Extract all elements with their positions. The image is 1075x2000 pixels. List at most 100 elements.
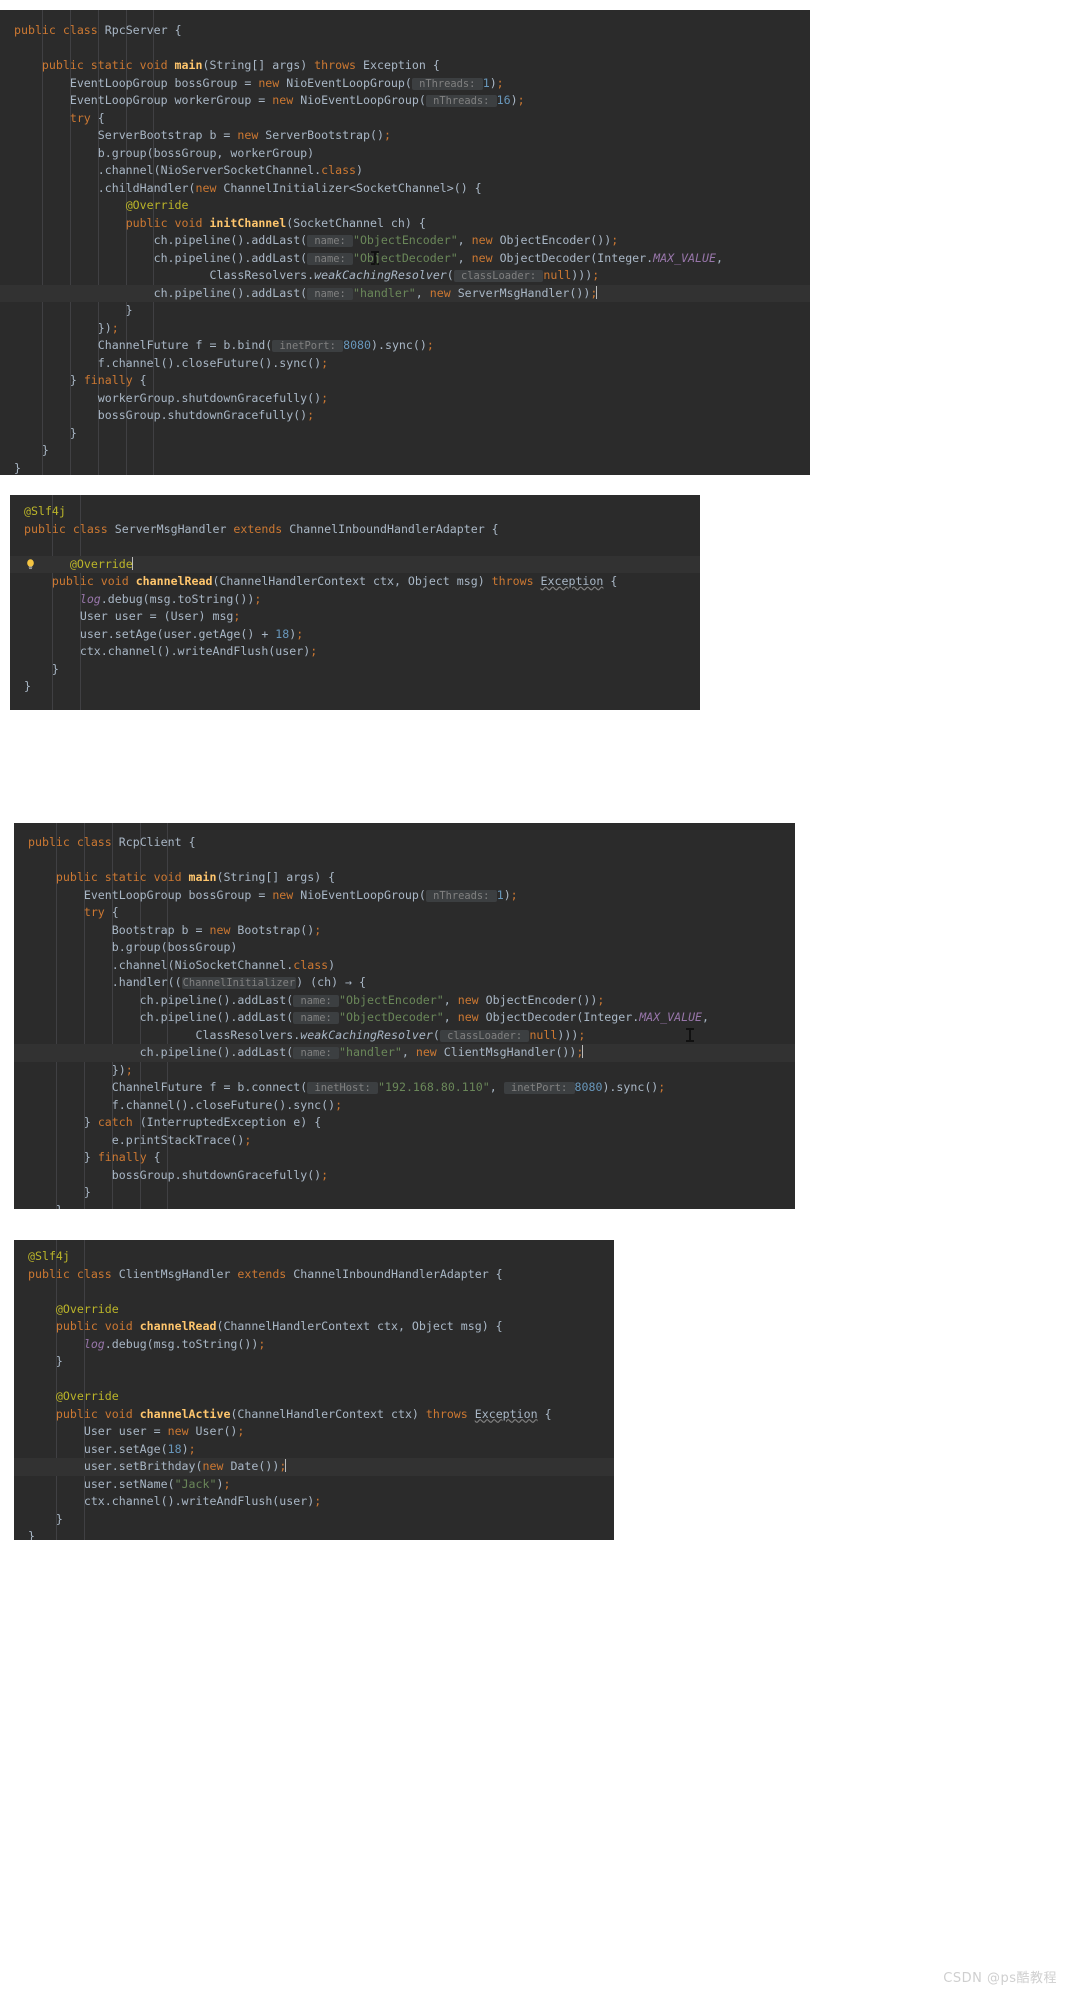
code-block-servermsghandler[interactable]: @Slf4j public class ServerMsgHandler exte… — [10, 495, 700, 710]
code-line[interactable]: workerGroup.shutdownGracefully(); — [0, 390, 810, 408]
code-line[interactable]: @Override — [14, 1388, 614, 1406]
code-token: ) — [328, 957, 336, 972]
code-line[interactable]: user.setAge(18); — [14, 1441, 614, 1459]
code-line[interactable]: } — [14, 1528, 614, 1540]
code-line[interactable]: }); — [14, 1062, 795, 1080]
code-line[interactable]: bossGroup.shutdownGracefully(); — [14, 1167, 795, 1185]
code-token: , — [715, 250, 723, 265]
code-line[interactable]: public class RcpClient { — [14, 834, 795, 852]
code-token: Exception — [474, 1406, 538, 1421]
code-line[interactable]: public class ServerMsgHandler extends Ch… — [10, 521, 700, 539]
code-line[interactable]: e.printStackTrace(); — [14, 1132, 795, 1150]
code-token: new — [272, 93, 301, 107]
code-line[interactable]: ch.pipeline().addLast( name: "handler", … — [14, 1044, 795, 1062]
code-token: ; — [254, 591, 262, 606]
code-line[interactable] — [14, 1371, 614, 1389]
code-token: ; — [310, 644, 318, 658]
code-line[interactable]: } — [0, 460, 810, 476]
code-line[interactable]: public void channelRead(ChannelHandlerCo… — [10, 573, 700, 591]
code-line[interactable]: ch.pipeline().addLast( name: "ObjectEnco… — [14, 992, 795, 1010]
code-line[interactable]: @Slf4j — [14, 1248, 614, 1266]
code-line[interactable]: } catch (InterruptedException e) { — [14, 1114, 795, 1132]
code-line[interactable]: @Override — [0, 197, 810, 215]
code-line[interactable]: user.setName("Jack"); — [14, 1476, 614, 1494]
code-line[interactable]: User user = new User(); — [14, 1423, 614, 1441]
code-line[interactable]: ClassResolvers.weakCachingResolver( clas… — [0, 267, 810, 285]
code-line[interactable]: public void initChannel(SocketChannel ch… — [0, 215, 810, 233]
code-token: Date()) — [230, 1459, 280, 1473]
code-line[interactable]: public void channelRead(ChannelHandlerCo… — [14, 1318, 614, 1336]
code-block-rcpclient[interactable]: public class RcpClient { public static v… — [14, 823, 795, 1209]
code-line[interactable]: ctx.channel().writeAndFlush(user); — [10, 643, 700, 661]
code-line[interactable]: ch.pipeline().addLast( name: "ObjectDeco… — [14, 1009, 795, 1027]
code-line[interactable]: } — [0, 442, 810, 460]
code-line[interactable]: } — [14, 1184, 795, 1202]
code-line[interactable]: .handler((ChannelInitializer) (ch) → { — [14, 974, 795, 992]
code-line[interactable]: b.group(bossGroup) — [14, 939, 795, 957]
code-line[interactable]: EventLoopGroup workerGroup = new NioEven… — [0, 92, 810, 110]
code-block-rpcserver[interactable]: public class RpcServer { public static v… — [0, 10, 810, 475]
code-line[interactable]: .childHandler(new ChannelInitializer<Soc… — [0, 180, 810, 198]
code-line[interactable]: b.group(bossGroup, workerGroup) — [0, 145, 810, 163]
code-line[interactable]: Bootstrap b = new Bootstrap(); — [14, 922, 795, 940]
code-line[interactable]: ClassResolvers.weakCachingResolver( clas… — [14, 1027, 795, 1045]
code-token: } — [28, 1511, 63, 1526]
code-line[interactable]: f.channel().closeFuture().sync(); — [14, 1097, 795, 1115]
code-line[interactable]: User user = (User) msg; — [10, 608, 700, 626]
code-line[interactable]: bossGroup.shutdownGracefully(); — [0, 407, 810, 425]
code-line[interactable]: } — [14, 1511, 614, 1529]
code-line[interactable]: @Slf4j — [10, 503, 700, 521]
code-line[interactable]: ch.pipeline().addLast( name: "ObjectEnco… — [0, 232, 810, 250]
code-line[interactable] — [14, 1283, 614, 1301]
code-line[interactable]: user.setBrithday(new Date()); — [14, 1458, 614, 1476]
code-line[interactable]: .channel(NioServerSocketChannel.class) — [0, 162, 810, 180]
code-line[interactable]: f.channel().closeFuture().sync(); — [0, 355, 810, 373]
code-line[interactable]: public void channelActive(ChannelHandler… — [14, 1406, 614, 1424]
code-token: ; — [223, 1476, 231, 1491]
code-line[interactable]: ChannelFuture f = b.connect( inetHost: "… — [14, 1079, 795, 1097]
code-token: 18 — [275, 626, 290, 641]
code-line[interactable]: user.setAge(user.getAge() + 18); — [10, 626, 700, 644]
code-line[interactable]: public static void main(String[] args) { — [14, 869, 795, 887]
code-line[interactable] — [0, 40, 810, 58]
code-line[interactable]: ServerBootstrap b = new ServerBootstrap(… — [0, 127, 810, 145]
code-line[interactable] — [14, 852, 795, 870]
code-line[interactable]: log.debug(msg.toString()); — [14, 1336, 614, 1354]
code-line[interactable]: } — [0, 425, 810, 443]
code-line[interactable]: }); — [0, 320, 810, 338]
code-token: } — [28, 1529, 35, 1540]
code-line[interactable]: EventLoopGroup bossGroup = new NioEventL… — [0, 75, 810, 93]
code-block-clientmsghandler[interactable]: @Slf4j public class ClientMsgHandler exte… — [14, 1240, 614, 1540]
code-line[interactable]: } finally { — [14, 1149, 795, 1167]
code-line[interactable]: } — [0, 302, 810, 320]
code-line[interactable]: } — [10, 661, 700, 679]
code-line[interactable]: } finally { — [0, 372, 810, 390]
code-token: @Override — [55, 1389, 119, 1403]
code-line[interactable]: public class ClientMsgHandler extends Ch… — [14, 1266, 614, 1284]
code-token: } — [14, 303, 133, 317]
code-line[interactable]: log.debug(msg.toString()); — [10, 591, 700, 609]
code-line[interactable]: public static void main(String[] args) t… — [0, 57, 810, 75]
code-line[interactable]: ch.pipeline().addLast( name: "handler", … — [0, 284, 810, 302]
code-token: RcpClient — [118, 835, 189, 849]
code-line[interactable] — [10, 538, 700, 556]
code-line[interactable]: @Override — [10, 555, 700, 573]
code-line[interactable]: EventLoopGroup bossGroup = new NioEventL… — [14, 887, 795, 905]
code-token: ; — [258, 1336, 266, 1351]
code-line[interactable]: public class RpcServer { — [0, 22, 810, 40]
code-token: { — [153, 1150, 161, 1164]
code-line[interactable]: } — [10, 678, 700, 696]
code-token: ; — [383, 128, 391, 142]
code-line[interactable]: @Override — [14, 1301, 614, 1319]
code-line[interactable]: ChannelFuture f = b.bind( inetPort: 8080… — [0, 337, 810, 355]
lightbulb-icon[interactable] — [24, 558, 37, 571]
code-line[interactable]: ch.pipeline().addLast( name: "ObjectDeco… — [0, 250, 810, 268]
code-line[interactable]: } — [14, 1353, 614, 1371]
code-line[interactable]: try { — [14, 904, 795, 922]
code-line[interactable]: .channel(NioSocketChannel.class) — [14, 957, 795, 975]
code-line[interactable]: try { — [0, 110, 810, 128]
code-line[interactable]: } — [14, 1202, 795, 1210]
code-line[interactable]: ctx.channel().writeAndFlush(user); — [14, 1493, 614, 1511]
code-token: NioEventLoopGroup( — [300, 93, 426, 107]
code-token: ObjectEncoder()) — [485, 992, 598, 1007]
